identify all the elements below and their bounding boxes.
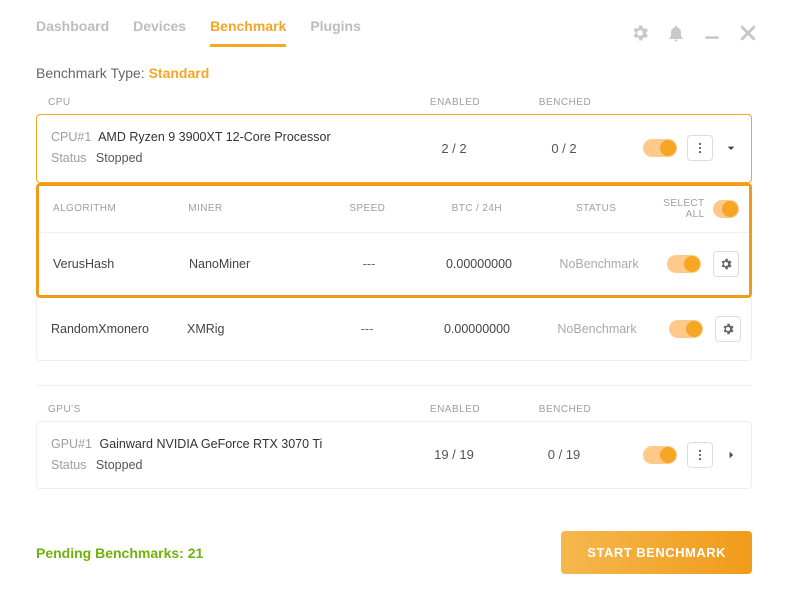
- hdr-btc24h: BTC / 24H: [417, 203, 536, 214]
- gpu-more-button[interactable]: [687, 442, 713, 468]
- hdr-status: STATUS: [536, 203, 655, 214]
- cpu-status-label: Status: [51, 151, 86, 165]
- benchmark-type-label: Benchmark Type:: [36, 65, 145, 81]
- gpu-status-value: Stopped: [96, 458, 143, 472]
- algorithm-headers: ALGORITHM MINER SPEED BTC / 24H STATUS S…: [39, 186, 749, 232]
- benchmark-type-value: Standard: [149, 65, 210, 81]
- header-cpu: CPU: [48, 97, 400, 108]
- tab-devices[interactable]: Devices: [133, 18, 186, 47]
- start-benchmark-button[interactable]: START BENCHMARK: [561, 531, 752, 574]
- gpu-expand-button[interactable]: [723, 447, 739, 463]
- hdr-speed: SPEED: [318, 203, 417, 214]
- tab-dashboard[interactable]: Dashboard: [36, 18, 109, 47]
- alg-row-toggle[interactable]: [667, 255, 701, 273]
- close-icon[interactable]: [738, 23, 758, 43]
- minimize-icon[interactable]: [702, 23, 722, 43]
- cpu-more-button[interactable]: [687, 135, 713, 161]
- dots-vertical-icon: [693, 141, 707, 155]
- cpu-status-value: Stopped: [96, 151, 143, 165]
- hdr-select-all: SELECT ALL: [656, 198, 705, 220]
- alg-name: VerusHash: [49, 257, 189, 271]
- chevron-down-icon: [723, 140, 739, 156]
- gpu-name: Gainward NVIDIA GeForce RTX 3070 Ti: [99, 437, 322, 451]
- chevron-right-icon: [723, 447, 739, 463]
- header-benched: BENCHED: [510, 404, 620, 415]
- hdr-algorithm: ALGORITHM: [49, 203, 188, 214]
- dots-vertical-icon: [693, 448, 707, 462]
- gear-icon: [719, 257, 733, 271]
- gpu-id: GPU#1: [51, 437, 92, 451]
- alg-status: NoBenchmark: [539, 257, 659, 271]
- alg-status: NoBenchmark: [537, 322, 657, 336]
- cpu-enabled-count: 2 / 2: [399, 141, 509, 156]
- tab-plugins[interactable]: Plugins: [310, 18, 361, 47]
- alg-miner: XMRig: [187, 322, 317, 336]
- benchmark-type: Benchmark Type: Standard: [0, 47, 788, 91]
- alg-btc24h: 0.00000000: [419, 257, 539, 271]
- header-gpu: GPU'S: [48, 404, 400, 415]
- cpu-name: AMD Ryzen 9 3900XT 12-Core Processor: [98, 130, 331, 144]
- cpu-expand-button[interactable]: [723, 140, 739, 156]
- gear-icon: [721, 322, 735, 336]
- tab-benchmark[interactable]: Benchmark: [210, 18, 286, 47]
- nav-tabs: Dashboard Devices Benchmark Plugins: [36, 18, 361, 47]
- algorithm-highlighted-box: ALGORITHM MINER SPEED BTC / 24H STATUS S…: [36, 183, 752, 298]
- cpu-section-header: CPU ENABLED BENCHED: [0, 91, 788, 114]
- gpu-status-label: Status: [51, 458, 86, 472]
- gpu-toggle[interactable]: [643, 446, 677, 464]
- gpu-enabled-count: 19 / 19: [399, 447, 509, 462]
- gpu-benched-count: 0 / 19: [509, 447, 619, 462]
- alg-miner: NanoMiner: [189, 257, 319, 271]
- header-benched: BENCHED: [510, 97, 620, 108]
- hdr-miner: MINER: [188, 203, 317, 214]
- pending-benchmarks: Pending Benchmarks: 21: [36, 545, 203, 561]
- alg-speed: ---: [317, 322, 417, 336]
- cpu-benched-count: 0 / 2: [509, 141, 619, 156]
- gpu-card: GPU#1 Gainward NVIDIA GeForce RTX 3070 T…: [36, 421, 752, 490]
- bell-icon[interactable]: [666, 23, 686, 43]
- select-all-toggle[interactable]: [713, 200, 739, 218]
- gear-icon[interactable]: [630, 23, 650, 43]
- header-enabled: ENABLED: [400, 97, 510, 108]
- cpu-card: CPU#1 AMD Ryzen 9 3900XT 12-Core Process…: [36, 114, 752, 183]
- header-enabled: ENABLED: [400, 404, 510, 415]
- alg-name: RandomXmonero: [47, 322, 187, 336]
- alg-row-toggle[interactable]: [669, 320, 703, 338]
- alg-row-settings-button[interactable]: [715, 316, 741, 342]
- alg-row-settings-button[interactable]: [713, 251, 739, 277]
- gpu-section-header: GPU'S ENABLED BENCHED: [0, 398, 788, 421]
- alg-btc24h: 0.00000000: [417, 322, 537, 336]
- algorithm-row: VerusHash NanoMiner --- 0.00000000 NoBen…: [39, 232, 749, 295]
- cpu-toggle[interactable]: [643, 139, 677, 157]
- divider: [36, 385, 752, 386]
- algorithm-row: RandomXmonero XMRig --- 0.00000000 NoBen…: [36, 298, 752, 361]
- cpu-id: CPU#1: [51, 130, 91, 144]
- alg-speed: ---: [319, 257, 419, 271]
